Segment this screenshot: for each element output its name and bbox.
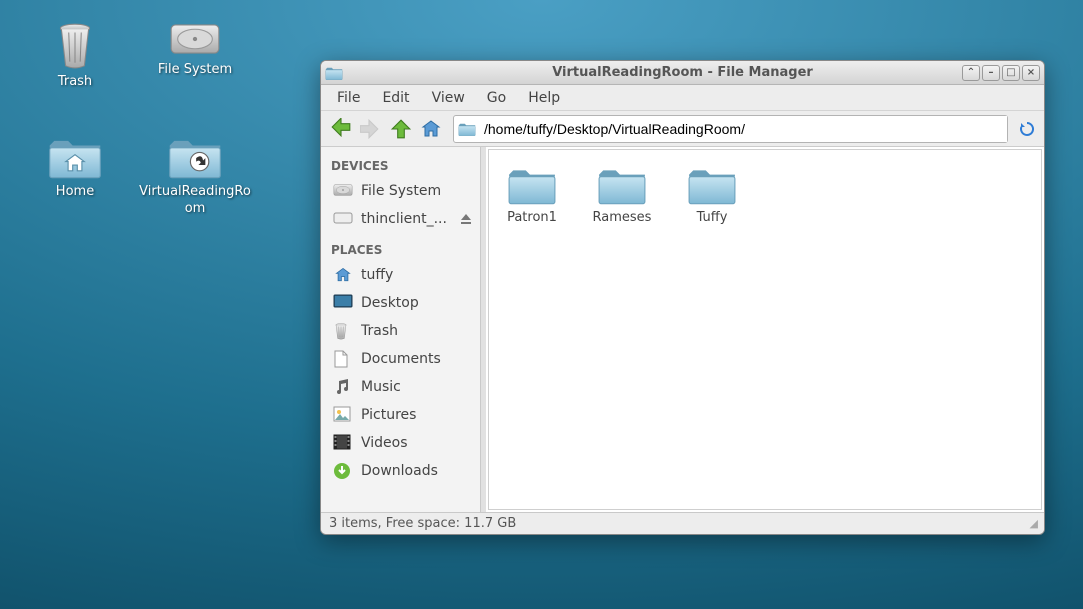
sidebar-item-music[interactable]: Music bbox=[321, 373, 480, 401]
file-manager-window: VirtualReadingRoom - File Manager ⌃ – □ … bbox=[320, 60, 1045, 535]
folder-icon bbox=[597, 164, 647, 206]
sidebar-header-places: PLACES bbox=[321, 239, 480, 261]
sidebar-item-label: Videos bbox=[361, 435, 472, 451]
drive-icon bbox=[169, 20, 221, 58]
trash-icon bbox=[52, 20, 98, 70]
home-icon bbox=[420, 118, 442, 140]
sidebar-item-label: Documents bbox=[361, 351, 472, 367]
home-button[interactable] bbox=[417, 115, 445, 143]
resize-grip[interactable]: ◢ bbox=[1030, 517, 1036, 530]
sidebar-item-tuffy[interactable]: tuffy bbox=[321, 261, 480, 289]
arrow-up-icon bbox=[390, 118, 412, 140]
home-icon bbox=[333, 266, 353, 284]
folder-icon bbox=[325, 65, 343, 81]
folder-label: Tuffy bbox=[697, 210, 728, 225]
folder-item-patron1[interactable]: Patron1 bbox=[497, 164, 567, 225]
sidebar-item-label: thinclient_... bbox=[361, 211, 452, 227]
desktop-icon bbox=[333, 294, 353, 312]
toolbar bbox=[321, 111, 1044, 147]
home-folder-icon bbox=[47, 134, 103, 180]
arrow-left-icon bbox=[330, 118, 352, 140]
menubar: File Edit View Go Help bbox=[321, 85, 1044, 111]
sidebar-item-label: File System bbox=[361, 183, 472, 199]
window-title: VirtualReadingRoom - File Manager bbox=[321, 65, 1044, 80]
removable-icon bbox=[333, 210, 353, 228]
desktop-icon-label: File System bbox=[158, 62, 232, 78]
content-pane: Patron1 Rameses Tuffy bbox=[486, 147, 1044, 512]
sidebar-header-devices: DEVICES bbox=[321, 155, 480, 177]
sidebar-item-label: Desktop bbox=[361, 295, 472, 311]
icon-grid[interactable]: Patron1 Rameses Tuffy bbox=[488, 149, 1042, 510]
menu-go[interactable]: Go bbox=[477, 87, 516, 109]
desktop-area: Trash File System Home VirtualReadingRo … bbox=[20, 20, 250, 261]
trash-small-icon bbox=[333, 322, 353, 340]
maximize-button[interactable]: □ bbox=[1002, 65, 1020, 81]
menu-file[interactable]: File bbox=[327, 87, 370, 109]
location-bar bbox=[453, 115, 1008, 143]
desktop-icon-filesystem[interactable]: File System bbox=[140, 20, 250, 90]
desktop-icon-home[interactable]: Home bbox=[20, 134, 130, 217]
desktop-icon-virtualreadingroom[interactable]: VirtualReadingRo om bbox=[140, 134, 250, 217]
downloads-icon bbox=[333, 462, 353, 480]
back-button[interactable] bbox=[327, 115, 355, 143]
eject-icon[interactable] bbox=[460, 213, 472, 225]
drive-icon bbox=[333, 182, 353, 200]
refresh-icon bbox=[1018, 120, 1036, 138]
folder-label: Patron1 bbox=[507, 210, 557, 225]
sidebar-item-label: Trash bbox=[361, 323, 472, 339]
titlebar[interactable]: VirtualReadingRoom - File Manager ⌃ – □ … bbox=[321, 61, 1044, 85]
sidebar-item-filesystem[interactable]: File System bbox=[321, 177, 480, 205]
sidebar-item-label: Music bbox=[361, 379, 472, 395]
close-button[interactable]: × bbox=[1022, 65, 1040, 81]
minimize-button[interactable]: – bbox=[982, 65, 1000, 81]
sidebar-item-trash[interactable]: Trash bbox=[321, 317, 480, 345]
sidebar-item-videos[interactable]: Videos bbox=[321, 429, 480, 457]
status-text: 3 items, Free space: 11.7 GB bbox=[329, 516, 516, 531]
folder-item-rameses[interactable]: Rameses bbox=[587, 164, 657, 225]
pictures-icon bbox=[333, 406, 353, 424]
sidebar-item-pictures[interactable]: Pictures bbox=[321, 401, 480, 429]
menu-help[interactable]: Help bbox=[518, 87, 570, 109]
desktop-icon-trash[interactable]: Trash bbox=[20, 20, 130, 90]
folder-icon bbox=[687, 164, 737, 206]
path-input[interactable] bbox=[480, 116, 1007, 142]
sidebar-item-desktop[interactable]: Desktop bbox=[321, 289, 480, 317]
menu-edit[interactable]: Edit bbox=[372, 87, 419, 109]
up-button[interactable] bbox=[387, 115, 415, 143]
desktop-icon-label: VirtualReadingRo om bbox=[139, 184, 251, 217]
forward-button[interactable] bbox=[357, 115, 385, 143]
sidebar-item-documents[interactable]: Documents bbox=[321, 345, 480, 373]
arrow-right-icon bbox=[360, 118, 382, 140]
rollup-button[interactable]: ⌃ bbox=[962, 65, 980, 81]
sidebar-item-downloads[interactable]: Downloads bbox=[321, 457, 480, 485]
folder-link-icon bbox=[167, 134, 223, 180]
menu-view[interactable]: View bbox=[422, 87, 475, 109]
sidebar-item-label: Downloads bbox=[361, 463, 472, 479]
sidebar-item-thinclient[interactable]: thinclient_... bbox=[321, 205, 480, 233]
videos-icon bbox=[333, 434, 353, 452]
folder-item-tuffy[interactable]: Tuffy bbox=[677, 164, 747, 225]
music-icon bbox=[333, 378, 353, 396]
desktop-icon-label: Home bbox=[56, 184, 94, 200]
folder-label: Rameses bbox=[593, 210, 652, 225]
sidebar-item-label: tuffy bbox=[361, 267, 472, 283]
refresh-button[interactable] bbox=[1016, 118, 1038, 140]
document-icon bbox=[333, 350, 353, 368]
folder-icon bbox=[454, 121, 480, 137]
sidebar: DEVICES File System thinclient_... PLACE… bbox=[321, 147, 481, 512]
sidebar-item-label: Pictures bbox=[361, 407, 472, 423]
statusbar: 3 items, Free space: 11.7 GB ◢ bbox=[321, 512, 1044, 534]
desktop-icon-label: Trash bbox=[58, 74, 92, 90]
folder-icon bbox=[507, 164, 557, 206]
